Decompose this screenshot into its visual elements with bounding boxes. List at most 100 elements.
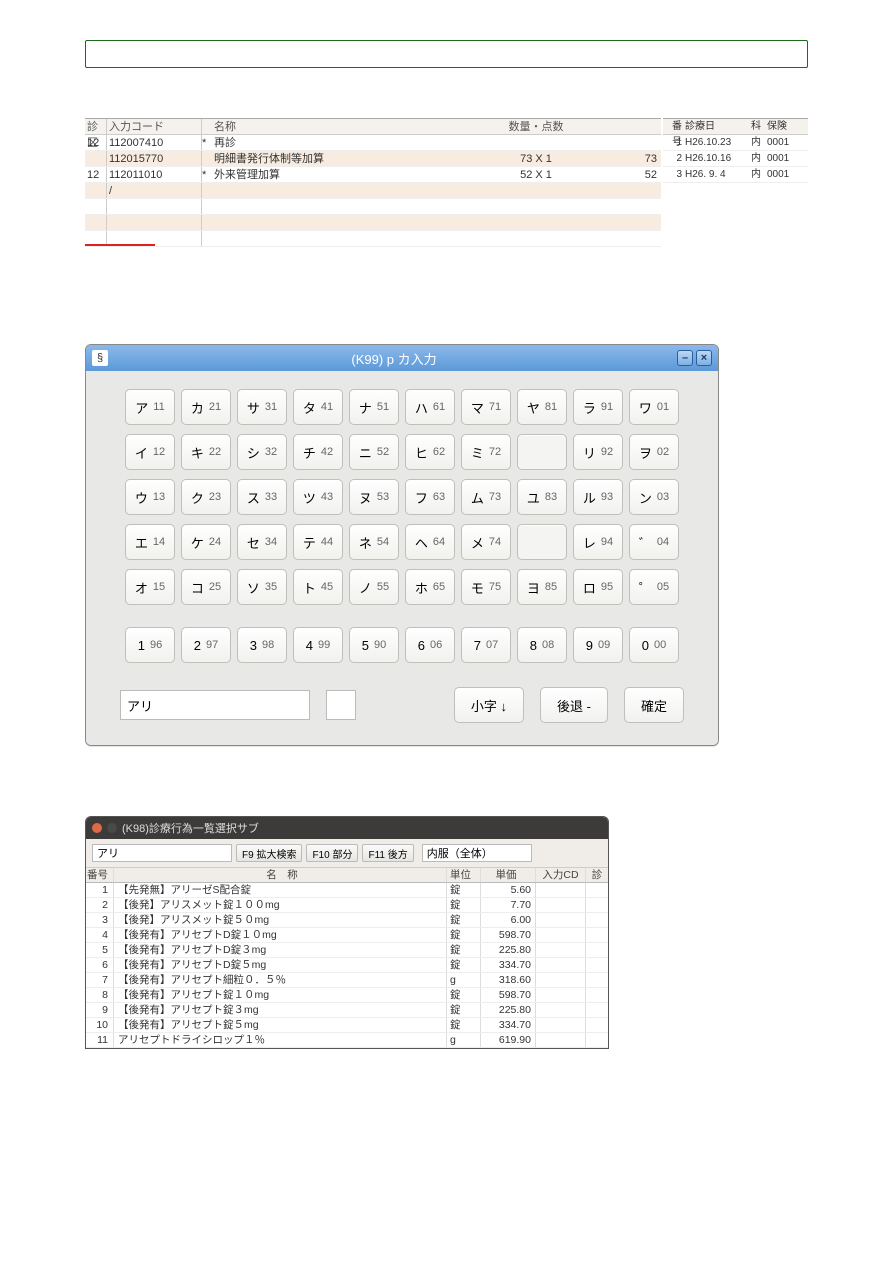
kana-key-71[interactable]: マ71 <box>461 389 511 425</box>
kana-key-35[interactable]: ソ35 <box>237 569 287 605</box>
list-row[interactable]: 8【後発有】アリセプト錠１０mg錠598.70 <box>86 988 608 1003</box>
kana-key-43[interactable]: ツ43 <box>293 479 343 515</box>
num-key-08[interactable]: 808 <box>517 627 567 663</box>
kana-key-11[interactable]: ア11 <box>125 389 175 425</box>
kana-key-44[interactable]: テ44 <box>293 524 343 560</box>
list-row[interactable]: 11アリセプトドライシロップ１％g619.90 <box>86 1033 608 1048</box>
list-row[interactable]: 9【後発有】アリセプト錠３mg錠225.80 <box>86 1003 608 1018</box>
kana-key-14[interactable]: エ14 <box>125 524 175 560</box>
kana-key-21[interactable]: カ21 <box>181 389 231 425</box>
close-button[interactable]: × <box>696 350 712 366</box>
entry-row[interactable]: / <box>85 183 661 199</box>
kana-key-45[interactable]: ト45 <box>293 569 343 605</box>
kana-key-41[interactable]: タ41 <box>293 389 343 425</box>
list-row[interactable]: 1【先発無】アリーゼS配合錠錠5.60 <box>86 883 608 898</box>
num-key-06[interactable]: 606 <box>405 627 455 663</box>
kana-key-31[interactable]: サ31 <box>237 389 287 425</box>
kana-key-94[interactable]: レ94 <box>573 524 623 560</box>
num-key-90[interactable]: 590 <box>349 627 399 663</box>
list-titlebar[interactable]: (K98)診療行為一覧選択サブ <box>86 817 608 839</box>
kana-key-23[interactable]: ク23 <box>181 479 231 515</box>
entry-row[interactable] <box>85 215 661 231</box>
kana-key-92[interactable]: リ92 <box>573 434 623 470</box>
kana-code-input[interactable] <box>326 690 356 720</box>
kana-key-04[interactable]: ゛04 <box>629 524 679 560</box>
list-row[interactable]: 2【後発】アリスメット錠１００mg錠7.70 <box>86 898 608 913</box>
history-row[interactable]: 1H26.10.23内0001 <box>663 135 808 151</box>
kana-key-52[interactable]: ニ52 <box>349 434 399 470</box>
partial-search-button[interactable]: F10 部分 <box>306 844 358 862</box>
list-row[interactable]: 7【後発有】アリセプト細粒０．５％g318.60 <box>86 973 608 988</box>
kana-key-02[interactable]: ヲ02 <box>629 434 679 470</box>
list-row[interactable]: 6【後発有】アリセプトD錠５mg錠334.70 <box>86 958 608 973</box>
kana-key-93[interactable]: ル93 <box>573 479 623 515</box>
list-row[interactable]: 4【後発有】アリセプトD錠１０mg錠598.70 <box>86 928 608 943</box>
kana-key-01[interactable]: ワ01 <box>629 389 679 425</box>
kana-key-22[interactable]: キ22 <box>181 434 231 470</box>
kana-key-24[interactable]: ケ24 <box>181 524 231 560</box>
min-dot-icon[interactable] <box>107 823 117 833</box>
num-key-00[interactable]: 000 <box>629 627 679 663</box>
list-row[interactable]: 10【後発有】アリセプト錠５mg錠334.70 <box>86 1018 608 1033</box>
confirm-button[interactable]: 確定 <box>624 687 684 723</box>
list-toolbar: F9 拡大検索 F10 部分 F11 後方 <box>86 839 608 868</box>
kana-key-03[interactable]: ン03 <box>629 479 679 515</box>
kana-key-64[interactable]: ヘ64 <box>405 524 455 560</box>
kana-key-95[interactable]: ロ95 <box>573 569 623 605</box>
kana-key-74[interactable]: メ74 <box>461 524 511 560</box>
kana-key-32[interactable]: シ32 <box>237 434 287 470</box>
kana-key-12[interactable]: イ12 <box>125 434 175 470</box>
kana-key-13[interactable]: ウ13 <box>125 479 175 515</box>
history-table: 番号 診療日 科 保険 1H26.10.23内00012H26.10.16内00… <box>663 118 808 247</box>
entry-row[interactable] <box>85 231 661 247</box>
kana-key-91[interactable]: ラ91 <box>573 389 623 425</box>
num-key-98[interactable]: 398 <box>237 627 287 663</box>
backspace-button[interactable]: 後退 - <box>540 687 608 723</box>
num-key-96[interactable]: 196 <box>125 627 175 663</box>
kana-key-55[interactable]: ノ55 <box>349 569 399 605</box>
list-row[interactable]: 5【後発有】アリセプトD錠３mg錠225.80 <box>86 943 608 958</box>
col-head-code: 入力コード <box>107 119 202 134</box>
kana-key-61[interactable]: ハ61 <box>405 389 455 425</box>
history-row[interactable]: 2H26.10.16内0001 <box>663 151 808 167</box>
kana-key-81[interactable]: ヤ81 <box>517 389 567 425</box>
num-key-09[interactable]: 909 <box>573 627 623 663</box>
kana-key-42[interactable]: チ42 <box>293 434 343 470</box>
small-char-button[interactable]: 小字 ↓ <box>454 687 524 723</box>
entry-row[interactable]: 12112007410*再診 <box>85 135 661 151</box>
kana-key-53[interactable]: ヌ53 <box>349 479 399 515</box>
kana-window-titlebar[interactable]: § (K99) p カ入力 – × <box>86 345 718 371</box>
kana-key-83[interactable]: ユ83 <box>517 479 567 515</box>
kana-key-73[interactable]: ム73 <box>461 479 511 515</box>
kana-key-63[interactable]: フ63 <box>405 479 455 515</box>
entry-row[interactable]: 12112011010*外来管理加算52 X 152 <box>85 167 661 183</box>
kana-key-62[interactable]: ヒ62 <box>405 434 455 470</box>
kana-key-33[interactable]: ス33 <box>237 479 287 515</box>
kana-key-85[interactable]: ヨ85 <box>517 569 567 605</box>
history-row[interactable]: 3H26. 9. 4内0001 <box>663 167 808 183</box>
suffix-search-button[interactable]: F11 後方 <box>362 844 413 862</box>
expand-search-button[interactable]: F9 拡大検索 <box>236 844 302 862</box>
num-key-97[interactable]: 297 <box>181 627 231 663</box>
list-row[interactable]: 3【後発】アリスメット錠５０mg錠6.00 <box>86 913 608 928</box>
kana-key-05[interactable]: ゜05 <box>629 569 679 605</box>
list-filter-input[interactable] <box>422 844 532 862</box>
num-key-99[interactable]: 499 <box>293 627 343 663</box>
kana-grid: ア11カ21サ31タ41ナ51ハ61マ71ヤ81ラ91ワ01 イ12キ22シ32チ… <box>120 389 684 605</box>
kana-key-51[interactable]: ナ51 <box>349 389 399 425</box>
num-key-07[interactable]: 707 <box>461 627 511 663</box>
kana-key-15[interactable]: オ15 <box>125 569 175 605</box>
kana-text-input[interactable] <box>120 690 310 720</box>
entry-row[interactable]: 112015770明細書発行体制等加算73 X 173 <box>85 151 661 167</box>
minimize-button[interactable]: – <box>677 350 693 366</box>
kana-key-72[interactable]: ミ72 <box>461 434 511 470</box>
kana-key-65[interactable]: ホ65 <box>405 569 455 605</box>
kana-key-54[interactable]: ネ54 <box>349 524 399 560</box>
entry-row[interactable] <box>85 199 661 215</box>
kana-key-75[interactable]: モ75 <box>461 569 511 605</box>
kana-key-25[interactable]: コ25 <box>181 569 231 605</box>
kana-key-34[interactable]: セ34 <box>237 524 287 560</box>
red-underline-marker <box>85 244 155 246</box>
list-search-input[interactable] <box>92 844 232 862</box>
close-dot-icon[interactable] <box>92 823 102 833</box>
